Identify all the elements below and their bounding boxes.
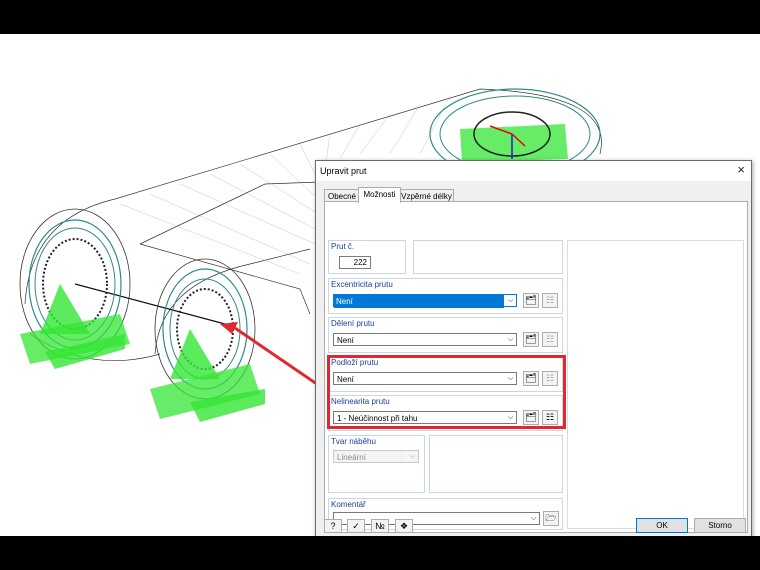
check-icon: ✓	[352, 521, 360, 531]
member-no-label: Prut č.	[331, 242, 355, 251]
new-eccentricity-button[interactable]: 🗂	[523, 293, 539, 308]
chevron-down-icon: ⌵	[504, 295, 516, 306]
eccentricity-select[interactable]: Není ⌵	[333, 294, 517, 308]
pick-icon: ❖	[399, 521, 409, 531]
numeric-icon: №	[375, 521, 385, 531]
edit-eccentricity-button[interactable]: ☷	[542, 293, 558, 308]
chevron-down-icon: ⌵	[504, 334, 516, 345]
check-button[interactable]: ✓	[347, 519, 365, 533]
left-tank-end	[19, 208, 131, 369]
value-display-button[interactable]: №	[371, 519, 389, 533]
chevron-down-icon: ⌵	[406, 451, 418, 462]
new-item-icon: 🗂	[525, 295, 537, 305]
right-panel	[567, 240, 744, 529]
division-value: Není	[337, 336, 354, 345]
close-icon[interactable]: ×	[737, 163, 745, 177]
dialog-title: Upravit prut	[320, 166, 367, 176]
taper-value: Lineární	[337, 453, 366, 462]
taper-label: Tvar náběhu	[331, 437, 376, 446]
taper-preview-group	[429, 435, 563, 493]
ok-button[interactable]: OK	[636, 518, 688, 533]
new-division-button[interactable]: 🗂	[523, 332, 539, 347]
division-select[interactable]: Není ⌵	[333, 333, 517, 346]
dialog-titlebar: Upravit prut ×	[316, 161, 751, 181]
edit-item-icon: ☷	[545, 295, 555, 305]
new-item-icon: 🗂	[525, 334, 537, 344]
division-label: Dělení prutu	[331, 319, 375, 328]
nonlinearity-highlight	[327, 355, 566, 429]
member-no-field[interactable]: 222	[339, 256, 371, 269]
comment-library-button[interactable]: 🗁	[543, 511, 559, 526]
eccentricity-group: Excentricita prutu Není ⌵ 🗂 ☷	[328, 278, 563, 314]
folder-icon: 🗁	[545, 513, 557, 523]
taper-group: Tvar náběhu Lineární ⌵	[328, 435, 425, 493]
select-member-button[interactable]: ❖	[395, 519, 413, 533]
chevron-down-icon: ⌵	[527, 513, 539, 524]
tab-options[interactable]: Možnosti	[358, 187, 401, 203]
help-button[interactable]: ?	[324, 519, 342, 533]
edit-member-dialog: Upravit prut × Obecné Možnosti Vzpěrné d…	[315, 160, 752, 536]
frame-line-lower	[139, 243, 311, 315]
cancel-button[interactable]: Storno	[694, 518, 746, 533]
edit-item-icon: ☷	[545, 334, 555, 344]
comment-label: Komentář	[331, 500, 366, 509]
blank-group	[413, 240, 563, 274]
frame-line	[139, 181, 321, 245]
division-group: Dělení prutu Není ⌵ 🗂 ☷	[328, 317, 563, 353]
edit-division-button[interactable]: ☷	[542, 332, 558, 347]
viewport[interactable]: Upravit prut × Obecné Možnosti Vzpěrné d…	[0, 34, 760, 536]
right-tank-end	[150, 258, 265, 422]
help-icon: ?	[330, 521, 336, 531]
taper-select[interactable]: Lineární ⌵	[333, 450, 419, 463]
connecting-rod	[74, 283, 226, 325]
eccentricity-value: Není	[334, 295, 504, 308]
eccentricity-label: Excentricita prutu	[331, 280, 393, 289]
member-no-group: Prut č. 222	[328, 240, 406, 274]
